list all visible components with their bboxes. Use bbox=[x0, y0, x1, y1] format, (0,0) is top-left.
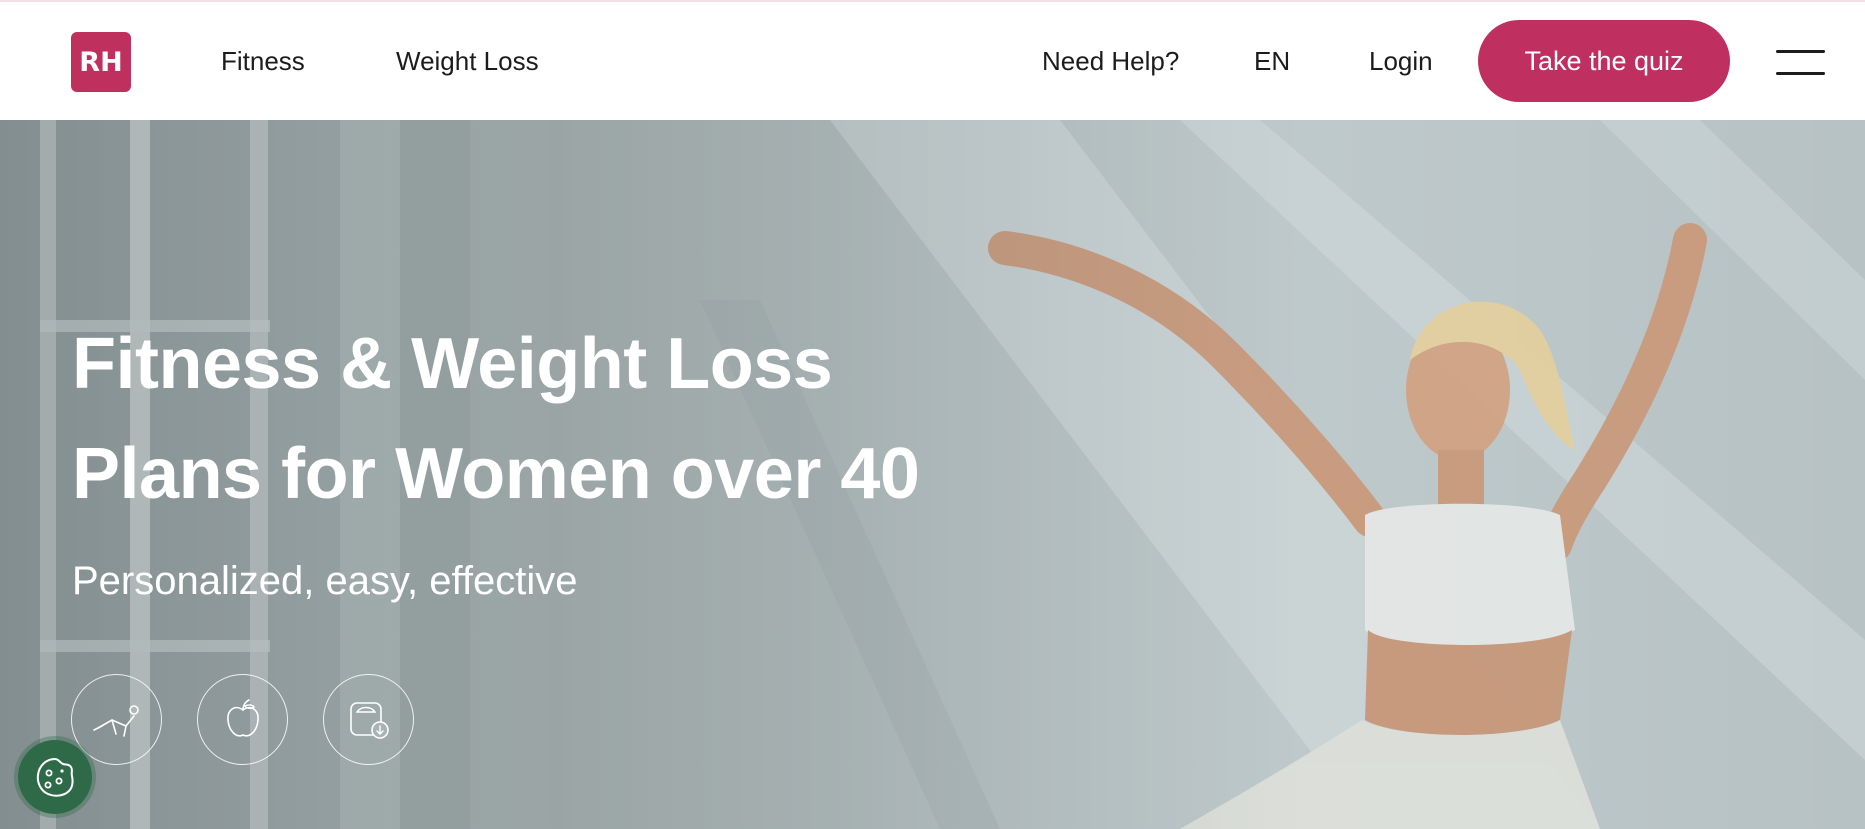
exercise-icon bbox=[92, 704, 139, 737]
hero-title-line-1: Fitness & Weight Loss bbox=[72, 324, 833, 404]
cookie-icon bbox=[36, 757, 74, 797]
feature-exercise bbox=[71, 674, 162, 765]
nav-link-fitness[interactable]: Fitness bbox=[221, 46, 305, 76]
nav-link-weight-loss[interactable]: Weight Loss bbox=[396, 46, 539, 76]
language-selector[interactable]: EN bbox=[1254, 46, 1290, 76]
feature-weight bbox=[323, 674, 414, 765]
hero-subtitle: Personalized, easy, effective bbox=[72, 559, 578, 603]
hamburger-menu-icon[interactable] bbox=[1776, 50, 1825, 76]
hero-title-line-2: Plans for Women over 40 bbox=[72, 434, 920, 514]
take-quiz-button[interactable]: Take the quiz bbox=[1478, 20, 1730, 102]
site-header: RH Fitness Weight Loss Need Help? EN Log… bbox=[0, 2, 1865, 120]
brand-logo[interactable]: RH bbox=[71, 32, 131, 92]
feature-nutrition bbox=[197, 674, 288, 765]
apple-icon bbox=[226, 698, 259, 737]
scale-icon bbox=[349, 701, 389, 739]
hero-section: Fitness & Weight Loss Plans for Women ov… bbox=[0, 120, 1865, 829]
hero-title: Fitness & Weight Loss Plans for Women ov… bbox=[72, 309, 972, 529]
cookie-settings-button[interactable] bbox=[18, 740, 92, 814]
need-help-link[interactable]: Need Help? bbox=[1042, 46, 1179, 76]
login-link[interactable]: Login bbox=[1369, 46, 1433, 76]
